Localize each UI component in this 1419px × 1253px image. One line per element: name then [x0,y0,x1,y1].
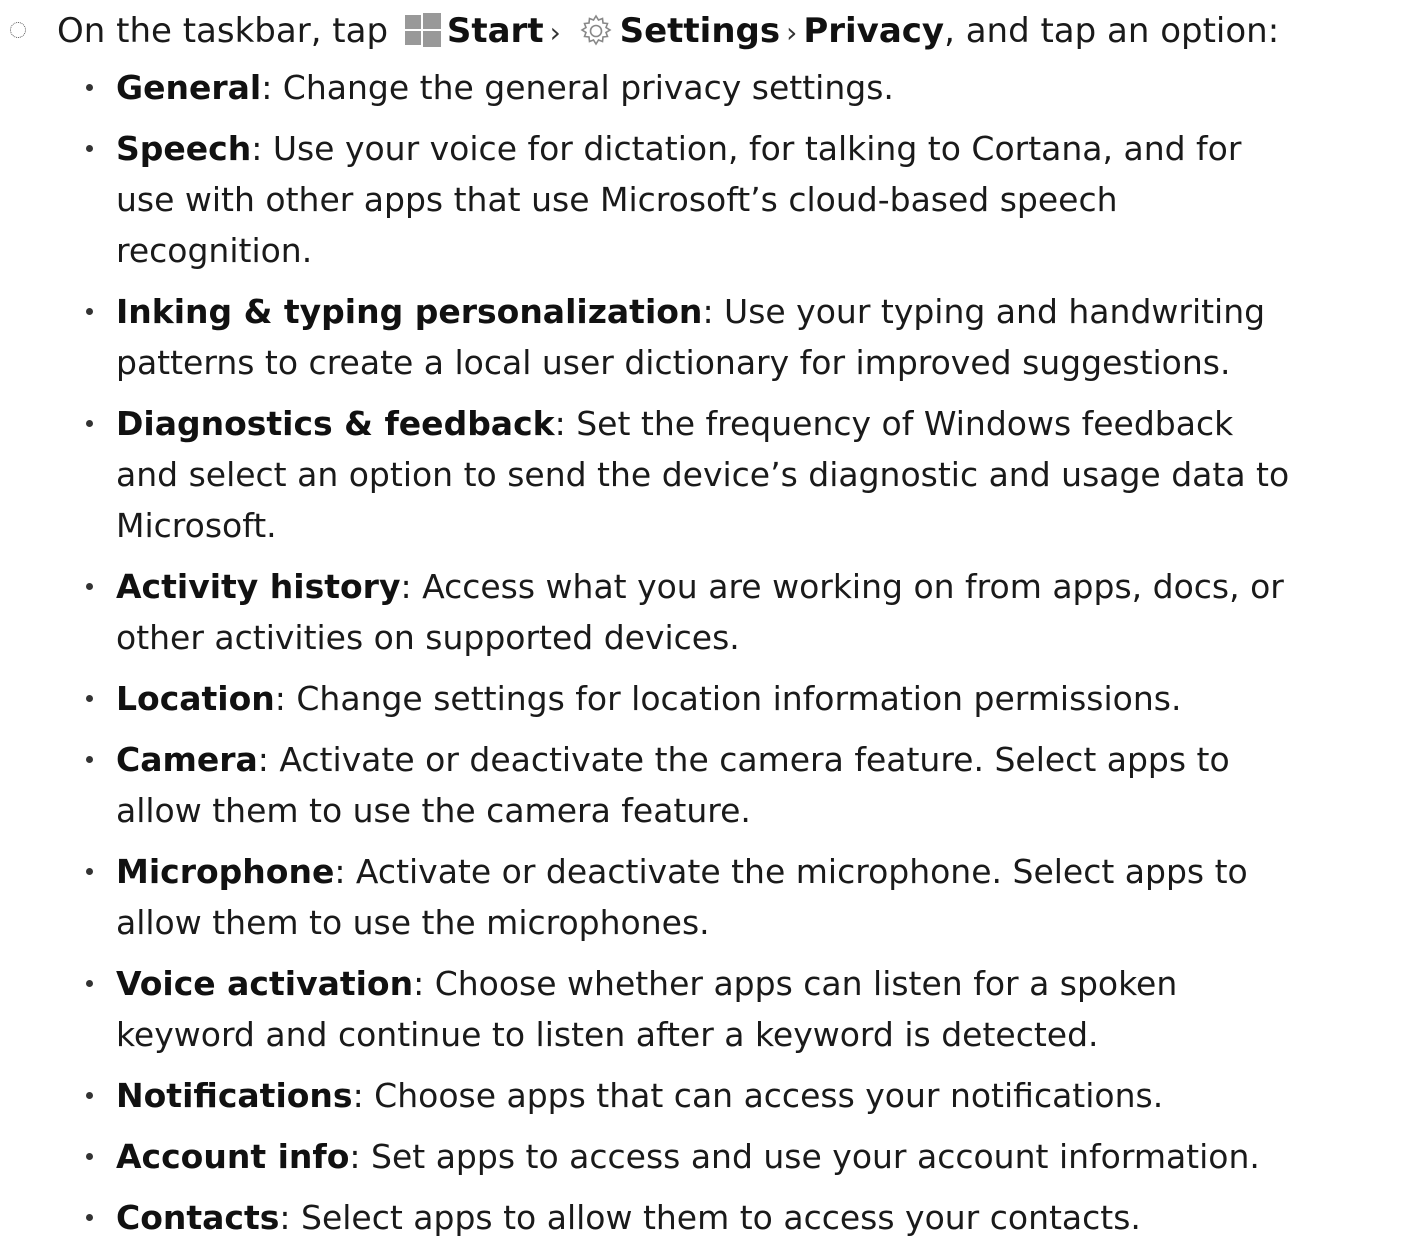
instruction-step: On the taskbar, tap Start › Settings › Priv… [0,0,1419,62]
breadcrumb-separator: › [786,16,798,49]
privacy-label: Privacy [803,11,945,51]
list-item-contacts: Contacts: Select apps to allow them to a… [0,1192,1290,1253]
option-name: Notifications [116,1076,353,1115]
bullet-icon [86,145,93,152]
list-item-inking-typing: Inking & typing personalization: Use you… [0,286,1290,398]
bullet-icon [86,420,93,427]
bullet-icon [86,1092,93,1099]
breadcrumb-separator: › [549,16,561,49]
option-description: : Choose apps that can access your notif… [352,1076,1164,1115]
option-description: : Use your voice for dictation, for talk… [116,129,1242,270]
option-name: Speech [116,129,252,168]
list-item-diagnostics: Diagnostics & feedback: Set the frequenc… [0,398,1290,561]
list-item-activity-history: Activity history: Access what you are wo… [0,561,1290,673]
option-description: : Change settings for location informati… [274,679,1182,718]
option-name: Camera [116,740,258,779]
start-label: Start [446,11,544,51]
option-description: : Activate or deactivate the camera feat… [116,740,1230,830]
gear-icon [580,14,612,46]
windows-start-icon [404,13,441,47]
list-item-speech: Speech: Use your voice for dictation, fo… [0,123,1290,286]
option-name: Voice activation [116,964,414,1003]
option-name: Microphone [116,852,335,891]
option-name: Diagnostics & feedback [116,404,555,443]
list-item-voice-activation: Voice activation: Choose whether apps ca… [0,958,1290,1070]
list-item-account-info: Account info: Set apps to access and use… [0,1131,1290,1192]
bullet-icon [86,1214,93,1221]
list-item-general: General: Change the general privacy sett… [0,62,1290,123]
option-name: Inking & typing personalization [116,292,703,331]
option-name: Contacts [116,1198,280,1237]
option-description: : Select apps to allow them to access yo… [279,1198,1141,1237]
bullet-icon [86,980,93,987]
bullet-icon [86,1153,93,1160]
list-item-notifications: Notifications: Choose apps that can acce… [0,1070,1290,1131]
option-description: : Change the general privacy settings. [261,68,894,107]
step-prefix: On the taskbar, tap [57,11,389,51]
bullet-icon [86,868,93,875]
list-item-location: Location: Change settings for location i… [0,673,1290,734]
step-bullet-icon [10,22,26,38]
list-item-camera: Camera: Activate or deactivate the camer… [0,734,1290,846]
option-name: General [116,68,262,107]
step-text: On the taskbar, tap Start › Settings › Priv… [57,0,1279,64]
bullet-icon [86,756,93,763]
bullet-icon [86,695,93,702]
bullet-icon [86,583,93,590]
list-item-microphone: Microphone: Activate or deactivate the m… [0,846,1290,958]
step-suffix: , and tap an option: [944,11,1280,51]
document-page: On the taskbar, tap Start › Settings › Priv… [0,0,1419,1237]
privacy-options-list: General: Change the general privacy sett… [0,62,1419,1253]
bullet-icon [86,84,93,91]
option-name: Activity history [116,567,401,606]
settings-label: Settings [619,11,781,51]
bullet-icon [86,308,93,315]
option-name: Location [116,679,275,718]
